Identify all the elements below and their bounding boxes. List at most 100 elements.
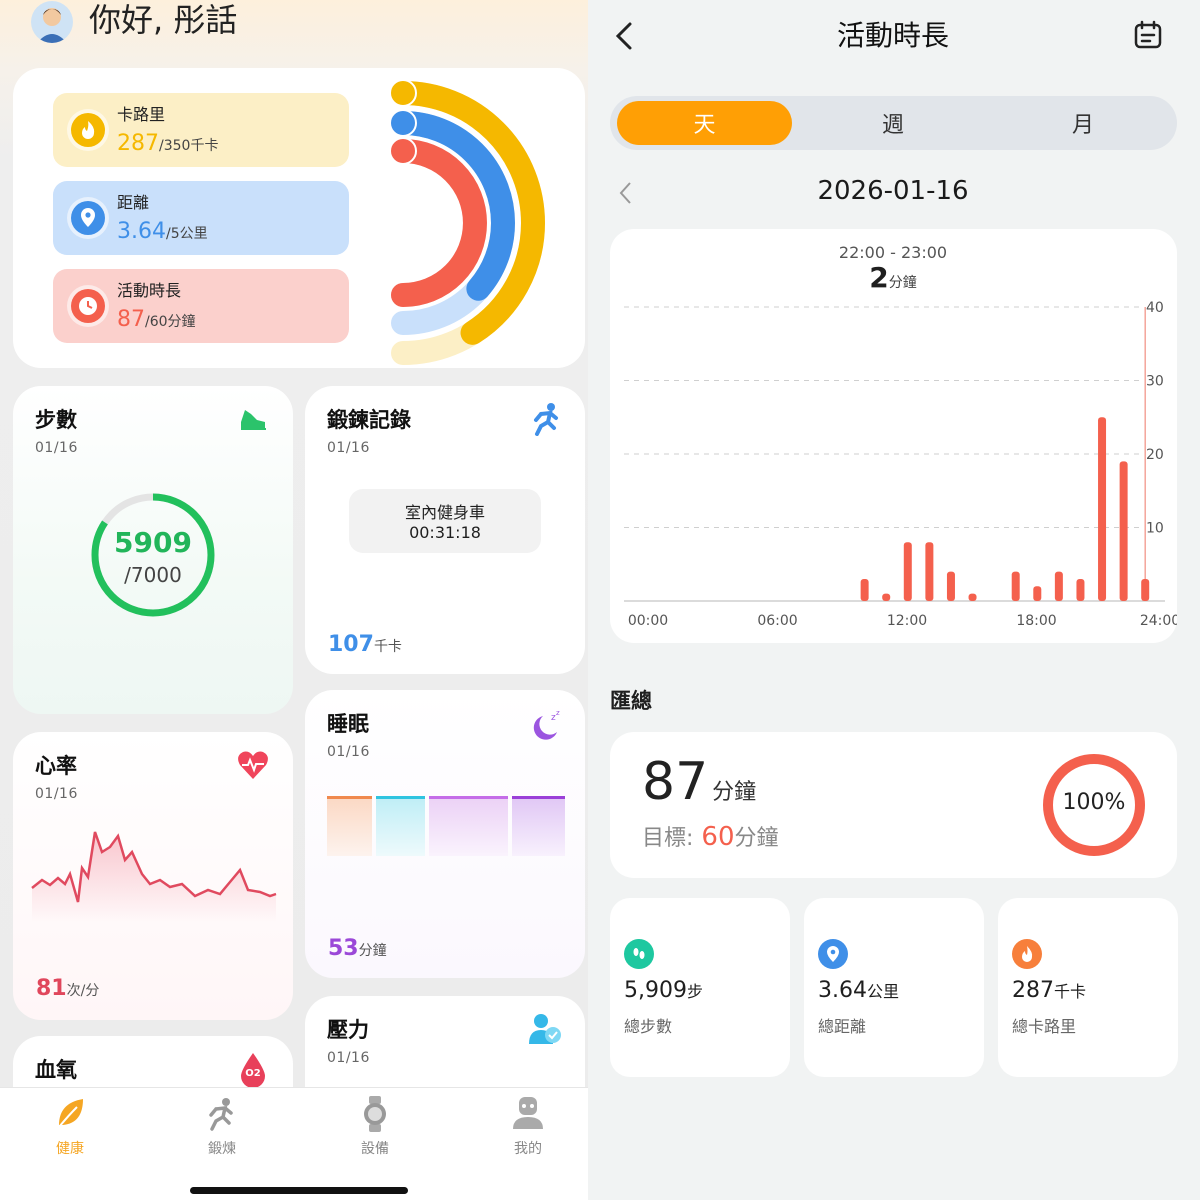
- stat-card-steps[interactable]: 5,909步 總步數: [610, 898, 790, 1077]
- avatar[interactable]: [31, 1, 73, 43]
- summary-heading: 匯總: [610, 689, 652, 713]
- y-tick-label: 40: [1146, 300, 1164, 316]
- stat-distance-reading: 3.64公里: [818, 978, 899, 1003]
- ring-start-icon: [389, 79, 417, 107]
- stress-date: 01/16: [327, 1050, 370, 1066]
- stat-calories-unit: 千卡: [1054, 982, 1087, 1001]
- activity-bar[interactable]: [903, 542, 912, 601]
- stat-distance-label: 總距離: [818, 1017, 867, 1036]
- activity-bar[interactable]: [1141, 578, 1150, 601]
- ring-pill-calories[interactable]: 卡路里 287/350千卡: [53, 93, 349, 167]
- steps-card[interactable]: 步數 01/16 5909 /7000: [13, 386, 293, 714]
- stat-distance-value: 3.64: [818, 978, 867, 1003]
- activity-bar[interactable]: [946, 571, 955, 601]
- sleep-stage-chart: [327, 796, 565, 856]
- running-icon: [534, 403, 558, 436]
- footprint-icon: [624, 939, 654, 969]
- activity-bar[interactable]: [1076, 578, 1085, 601]
- tab-month[interactable]: 月: [988, 101, 1178, 145]
- ring-start-icon: [389, 137, 417, 165]
- activity-bar[interactable]: [1054, 571, 1063, 601]
- activity-chart-card: 22:00 - 23:00 2分鐘 10 20 30 40 00:00 06:00 12:0…: [610, 229, 1177, 643]
- x-tick-label: 12:00: [887, 613, 927, 629]
- workout-duration: 00:31:18: [409, 523, 481, 542]
- heart-icon: [238, 751, 268, 779]
- nav-tab-exercise[interactable]: 鍛煉: [177, 1138, 267, 1158]
- goal-percent: 100%: [1062, 790, 1126, 815]
- workout-activity: 室內健身車: [404, 503, 485, 522]
- activity-bar[interactable]: [882, 593, 891, 601]
- spo2-badge: O2: [245, 1068, 261, 1079]
- steps-date: 01/16: [35, 440, 78, 456]
- heart-rate-card[interactable]: 心率 01/16 81次/分: [13, 732, 293, 1020]
- activity-bar[interactable]: [1011, 571, 1020, 601]
- spo2-title: 血氧: [35, 1058, 77, 1082]
- stat-steps-label: 總步數: [624, 1017, 673, 1036]
- heart-unit: 次/分: [66, 983, 100, 999]
- activity-rings-card[interactable]: 卡路里 287/350千卡距離 3.64/5公里活動時長 87/60分鐘: [13, 68, 585, 368]
- tab-week[interactable]: 週: [798, 101, 988, 145]
- activity-bar[interactable]: [1033, 586, 1042, 601]
- activity-duration-detail-screen: 活動時長 天 週 月 2026-01-16 22:00 - 23:00 2分鐘 …: [588, 0, 1200, 1200]
- y-tick-label: 10: [1146, 521, 1164, 537]
- activity-bar[interactable]: [968, 593, 977, 601]
- ring-pill-label: 卡路里: [117, 105, 166, 124]
- tab-day[interactable]: 天: [617, 101, 792, 145]
- sleep-card[interactable]: 睡眠 01/16 zz 53分鐘: [305, 690, 585, 978]
- home-indicator[interactable]: [190, 1187, 408, 1194]
- calendar-icon[interactable]: [1133, 20, 1163, 50]
- ring-pill-reading: 287/350千卡: [117, 131, 218, 156]
- summary-total: 87 分鐘: [642, 752, 756, 812]
- blood-drop-icon: O2: [239, 1052, 267, 1088]
- ring-pill-target: /5公里: [165, 226, 208, 242]
- stat-calories-value: 287: [1012, 978, 1054, 1003]
- stat-steps-unit: 步: [686, 982, 703, 1001]
- stat-card-distance[interactable]: 3.64公里 總距離: [804, 898, 984, 1077]
- workout-record-card[interactable]: 鍛鍊記錄 01/16 室內健身車 00:31:18 107千卡: [305, 386, 585, 674]
- heart-rate-reading: 81次/分: [36, 976, 99, 1001]
- activity-rings-chart: [389, 79, 545, 365]
- flame-icon: [71, 113, 105, 147]
- svg-text:z: z: [556, 709, 560, 717]
- goal-value: 60: [701, 822, 735, 852]
- activity-bar[interactable]: [925, 542, 934, 601]
- activity-bar-chart[interactable]: 10 20 30 40 00:00 06:00 12:00 18:00 24:00: [610, 229, 1177, 643]
- ring-pill-reading: 87/60分鐘: [117, 307, 196, 332]
- shoe-icon: [241, 410, 266, 430]
- y-tick-label: 30: [1146, 374, 1164, 390]
- ring-progress-arc: [391, 139, 487, 307]
- ring-pill-value: 3.64: [117, 219, 166, 244]
- x-tick-label: 00:00: [628, 613, 668, 629]
- ring-pill-distance[interactable]: 距離 3.64/5公里: [53, 181, 349, 255]
- page-title: 活動時長: [836, 19, 949, 52]
- total-value: 87: [642, 752, 709, 812]
- y-tick-label: 20: [1146, 447, 1164, 463]
- stress-person-icon: [529, 1014, 561, 1044]
- summary-card[interactable]: 87 分鐘 目標: 60分鐘 100%: [610, 732, 1177, 878]
- ring-pill-target: /60分鐘: [145, 314, 196, 330]
- current-date: 2026-01-16: [817, 176, 969, 206]
- previous-date-icon[interactable]: [618, 180, 634, 206]
- sleep-stage-bar: [429, 796, 508, 856]
- activity-bar[interactable]: [1119, 461, 1128, 601]
- ring-pill-duration[interactable]: 活動時長 87/60分鐘: [53, 269, 349, 343]
- ring-pill-target: /350千卡: [159, 138, 219, 154]
- activity-bar[interactable]: [1098, 417, 1107, 601]
- moon-icon: zz: [533, 709, 560, 740]
- sleep-unit: 分鐘: [358, 943, 387, 959]
- back-arrow-icon[interactable]: [612, 20, 636, 52]
- greeting-text: 你好, 彤話: [89, 1, 238, 39]
- nav-tab-health[interactable]: 健康: [25, 1138, 115, 1158]
- stat-card-calories[interactable]: 287千卡 總卡路里: [998, 898, 1178, 1077]
- stat-steps-value: 5,909: [624, 978, 687, 1003]
- sleep-value: 53: [328, 936, 359, 961]
- running-nav-icon: [209, 1098, 233, 1131]
- stat-calories-reading: 287千卡: [1012, 978, 1086, 1003]
- ring-pill-label: 距離: [117, 193, 150, 212]
- ring-start-icon: [389, 109, 417, 137]
- leaf-health-icon: [58, 1099, 83, 1128]
- nav-tab-device[interactable]: 設備: [330, 1138, 420, 1158]
- nav-tab-me[interactable]: 我的: [483, 1138, 573, 1158]
- heart-title: 心率: [35, 754, 77, 778]
- activity-bar[interactable]: [860, 578, 869, 601]
